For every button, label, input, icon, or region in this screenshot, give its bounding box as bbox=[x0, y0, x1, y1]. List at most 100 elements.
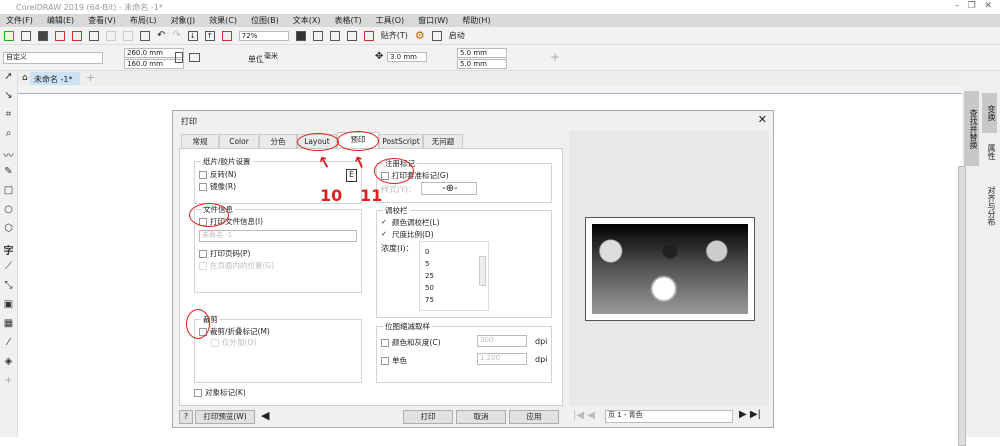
open-icon[interactable] bbox=[21, 30, 31, 41]
menu-effects[interactable]: 效果(C) bbox=[209, 15, 237, 27]
crop-tool-icon[interactable]: ⌗ bbox=[0, 109, 17, 128]
rectangle-tool-icon[interactable]: □ bbox=[0, 185, 17, 204]
density-item[interactable]: 75 bbox=[425, 294, 483, 306]
undo-icon[interactable]: ↶ bbox=[157, 30, 165, 41]
tab-postscript[interactable]: PostScript bbox=[379, 134, 423, 148]
density-scrollbar[interactable] bbox=[479, 256, 486, 286]
eyedropper-icon[interactable]: ⁄ bbox=[0, 337, 17, 356]
paste-icon[interactable] bbox=[140, 30, 150, 41]
import-icon[interactable]: ↓ bbox=[187, 30, 198, 41]
rulers-icon[interactable] bbox=[312, 30, 323, 41]
mirror-checkbox[interactable]: 镜像(R) bbox=[199, 181, 236, 192]
menu-window[interactable]: 窗口(W) bbox=[418, 15, 448, 27]
page-preset-select[interactable]: 自定义 bbox=[3, 52, 103, 64]
object-marks-checkbox[interactable]: 对象标记(K) bbox=[194, 387, 246, 398]
snap-dropdown[interactable]: 贴齐(T) bbox=[381, 30, 408, 41]
menu-text[interactable]: 文本(X) bbox=[293, 15, 321, 27]
print-icon[interactable] bbox=[89, 30, 99, 41]
launch-icon[interactable] bbox=[431, 30, 442, 41]
docker-properties[interactable]: 属性 bbox=[982, 137, 997, 167]
next-last-page-icon[interactable]: ▶ ▶| bbox=[739, 409, 761, 420]
transparency-icon[interactable]: ▦ bbox=[0, 318, 17, 337]
options-gear-icon[interactable]: ⚙ bbox=[415, 29, 425, 42]
page-select[interactable]: 页 1 - 青色 bbox=[605, 410, 733, 423]
cloud-import-icon[interactable] bbox=[55, 30, 65, 41]
densitometer-scale-checkbox[interactable]: ✓ 尺度比例(D) bbox=[381, 229, 434, 240]
mono-dpi-field[interactable]: 1,200 bbox=[477, 353, 527, 365]
file-name-field[interactable]: 未命名 -1 bbox=[199, 230, 357, 242]
redo-icon[interactable]: ↷ bbox=[172, 30, 180, 41]
guidelines-icon[interactable] bbox=[346, 30, 357, 41]
collapse-preview-icon[interactable]: ◀ bbox=[261, 409, 269, 422]
grid-icon[interactable] bbox=[329, 30, 340, 41]
menu-file[interactable]: 文件(F) bbox=[6, 15, 33, 27]
docker-transform[interactable]: 变换 bbox=[982, 93, 997, 133]
registration-style-select[interactable]: -⊕- bbox=[421, 182, 477, 195]
vertical-scrollbar[interactable] bbox=[958, 166, 966, 446]
save-icon[interactable] bbox=[38, 30, 48, 41]
menu-help[interactable]: 帮助(H) bbox=[462, 15, 490, 27]
print-page-number-checkbox[interactable]: 打印页码(P) bbox=[199, 248, 250, 259]
color-dpi-field[interactable]: 300 bbox=[477, 335, 527, 347]
menu-object[interactable]: 对象(J) bbox=[171, 15, 196, 27]
drop-shadow-icon[interactable]: ▣ bbox=[0, 299, 17, 318]
export-icon[interactable]: ↑ bbox=[204, 30, 215, 41]
position-in-page-checkbox[interactable]: 在页面内的位置(G) bbox=[199, 260, 274, 271]
density-item[interactable]: 50 bbox=[425, 282, 483, 294]
menu-bitmaps[interactable]: 位图(B) bbox=[251, 15, 279, 27]
first-page-icon[interactable]: |◀ ◀ bbox=[573, 410, 595, 421]
menu-table[interactable]: 表格(T) bbox=[334, 15, 361, 27]
ellipse-tool-icon[interactable]: ○ bbox=[0, 204, 17, 223]
menu-edit[interactable]: 编辑(E) bbox=[47, 15, 74, 27]
pick-tool-icon[interactable]: ➚ bbox=[0, 71, 17, 90]
tab-no-issues[interactable]: 无问题 bbox=[423, 134, 463, 148]
zoom-tool-icon[interactable]: ⌕ bbox=[0, 128, 17, 147]
density-list[interactable]: 0 5 25 50 75 bbox=[419, 241, 489, 311]
print-preview-button[interactable]: 打印预览(W) bbox=[195, 410, 255, 424]
docker-find-replace[interactable]: 查找并替换 bbox=[964, 91, 979, 166]
monochrome-checkbox[interactable]: 单色 bbox=[381, 355, 407, 366]
menu-tools[interactable]: 工具(O) bbox=[376, 15, 405, 27]
print-button[interactable]: 打印 bbox=[403, 410, 453, 424]
density-item[interactable]: 25 bbox=[425, 270, 483, 282]
parallel-dimension-icon[interactable]: ⟋ bbox=[0, 261, 17, 280]
duplicate-x-field[interactable]: 5.0 mm bbox=[457, 48, 507, 58]
cut-icon[interactable] bbox=[106, 30, 116, 41]
document-tab[interactable]: 未命名 -1* bbox=[30, 72, 80, 85]
exterior-only-checkbox[interactable]: 仅外部(O) bbox=[211, 337, 256, 348]
density-item[interactable]: 0 bbox=[425, 246, 483, 258]
tab-separations[interactable]: 分色 bbox=[259, 134, 297, 148]
color-grayscale-checkbox[interactable]: 颜色和灰度(C) bbox=[381, 337, 441, 348]
text-tool-icon[interactable]: 字 bbox=[0, 242, 17, 261]
shape-tool-icon[interactable]: ↘ bbox=[0, 90, 17, 109]
units-select[interactable]: 毫米 bbox=[262, 52, 317, 62]
polygon-tool-icon[interactable]: ⬡ bbox=[0, 223, 17, 242]
zoom-field[interactable]: 72% bbox=[238, 30, 289, 41]
tab-color[interactable]: Color bbox=[219, 134, 259, 148]
menu-layout[interactable]: 布局(L) bbox=[130, 15, 157, 27]
home-icon[interactable]: ⌂ bbox=[22, 73, 28, 83]
window-controls[interactable]: – ❐ ✕ bbox=[955, 1, 992, 11]
connector-tool-icon[interactable]: ⤡ bbox=[0, 280, 17, 299]
tab-general[interactable]: 常规 bbox=[181, 134, 219, 148]
add-tab-icon[interactable]: + bbox=[86, 71, 95, 84]
fill-icon[interactable]: ◈ bbox=[0, 356, 17, 375]
copy-icon[interactable] bbox=[123, 30, 133, 41]
density-item[interactable]: 5 bbox=[425, 258, 483, 270]
full-screen-icon[interactable] bbox=[295, 30, 306, 41]
menu-view[interactable]: 查看(V) bbox=[88, 15, 116, 27]
invert-checkbox[interactable]: 反转(N) bbox=[199, 169, 236, 180]
landscape-icon[interactable] bbox=[189, 53, 200, 62]
cloud-export-icon[interactable] bbox=[72, 30, 82, 41]
help-button[interactable]: ? bbox=[179, 410, 193, 424]
launch-dropdown[interactable]: 启动 bbox=[449, 30, 465, 41]
docker-align-distribute[interactable]: 对齐与分布 bbox=[982, 171, 997, 241]
portrait-icon[interactable] bbox=[175, 52, 183, 63]
apply-button[interactable]: 应用 bbox=[509, 410, 559, 424]
cancel-button[interactable]: 取消 bbox=[456, 410, 506, 424]
artistic-media-icon[interactable]: ✎ bbox=[0, 166, 17, 185]
pdf-icon[interactable] bbox=[221, 30, 232, 41]
color-calibration-checkbox[interactable]: ✓ 颜色调校栏(L) bbox=[381, 217, 440, 228]
add-icon[interactable]: + bbox=[550, 50, 560, 64]
add-tool-icon[interactable]: + bbox=[0, 375, 17, 394]
